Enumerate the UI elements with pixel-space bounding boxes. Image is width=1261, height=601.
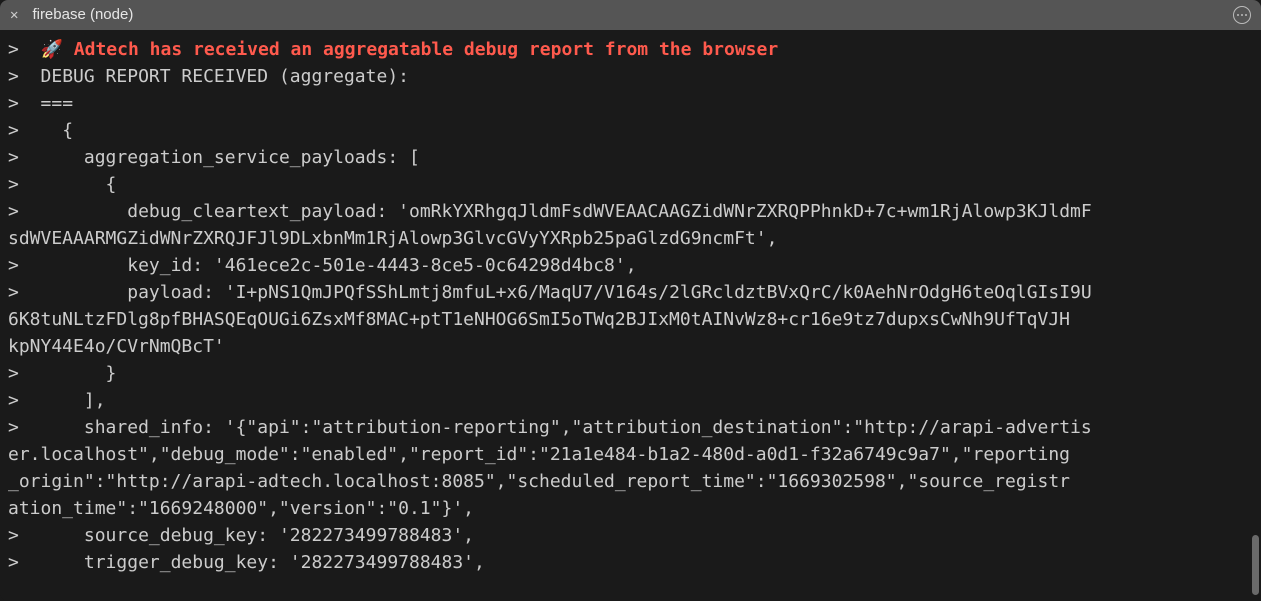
close-icon[interactable]: ✕ [10,8,18,22]
log-text: debug_cleartext_payload: 'omRkYXRhgqJldm… [41,201,1092,222]
output-line: > debug_cleartext_payload: 'omRkYXRhgqJl… [4,198,1257,225]
terminal-output: > 🚀 Adtech has received an aggregatable … [0,30,1261,601]
output-line: > } [4,360,1257,387]
more-menu-icon[interactable] [1233,6,1251,24]
output-line-wrap: ation_time":"1669248000","version":"0.1"… [4,495,1257,522]
output-line: > === [4,90,1257,117]
log-text: 6K8tuNLtzFDlg8pfBHASQEqOUGi6ZsxMf8MAC+pt… [8,309,1070,330]
output-line-wrap: sdWVEAAARMGZidWNrZXRQJFJl9DLxbnMm1RjAlow… [4,225,1257,252]
tab-title[interactable]: firebase (node) [32,4,133,27]
rocket-icon: 🚀 [41,39,74,60]
log-text: shared_info: '{"api":"attribution-report… [41,417,1092,438]
output-line: > { [4,117,1257,144]
output-line: > source_debug_key: '282273499788483', [4,522,1257,549]
output-line: > trigger_debug_key: '282273499788483', [4,549,1257,576]
tab-bar: ✕ firebase (node) [0,0,1261,30]
log-text: source_debug_key: '282273499788483', [41,525,474,546]
log-text: ation_time":"1669248000","version":"0.1"… [8,498,474,519]
output-line: > shared_info: '{"api":"attribution-repo… [4,414,1257,441]
output-line: > DEBUG REPORT RECEIVED (aggregate): [4,63,1257,90]
log-text: er.localhost","debug_mode":"enabled","re… [8,444,1070,465]
log-text: trigger_debug_key: '282273499788483', [41,552,485,573]
output-line-wrap: kpNY44E4o/CVrNmQBcT' [4,333,1257,360]
output-line-wrap: _origin":"http://arapi-adtech.localhost:… [4,468,1257,495]
output-line: > aggregation_service_payloads: [ [4,144,1257,171]
log-text: } [41,363,117,384]
log-text: DEBUG REPORT RECEIVED (aggregate): [41,66,409,87]
log-text: aggregation_service_payloads: [ [41,147,420,168]
log-text: === [41,93,74,114]
output-line-wrap: er.localhost","debug_mode":"enabled","re… [4,441,1257,468]
prompt-char: > [8,39,19,60]
output-line-wrap: 6K8tuNLtzFDlg8pfBHASQEqOUGi6ZsxMf8MAC+pt… [4,306,1257,333]
log-text: ], [41,390,106,411]
scrollbar-thumb[interactable] [1252,535,1259,595]
output-line: > 🚀 Adtech has received an aggregatable … [4,36,1257,63]
ellipsis-icon [1237,14,1247,16]
log-text: payload: 'I+pNS1QmJPQfSShLmtj8mfuL+x6/Ma… [41,282,1092,303]
output-line: > { [4,171,1257,198]
log-text: _origin":"http://arapi-adtech.localhost:… [8,471,1070,492]
log-text: sdWVEAAARMGZidWNrZXRQJFJl9DLxbnMm1RjAlow… [8,228,777,249]
output-line: > key_id: '461ece2c-501e-4443-8ce5-0c642… [4,252,1257,279]
output-line: > ], [4,387,1257,414]
headline-text: Adtech has received an aggregatable debu… [74,39,778,60]
log-text: kpNY44E4o/CVrNmQBcT' [8,336,225,357]
log-text: { [41,174,117,195]
log-text: key_id: '461ece2c-501e-4443-8ce5-0c64298… [41,255,637,276]
output-line: > payload: 'I+pNS1QmJPQfSShLmtj8mfuL+x6/… [4,279,1257,306]
log-text: { [41,120,74,141]
